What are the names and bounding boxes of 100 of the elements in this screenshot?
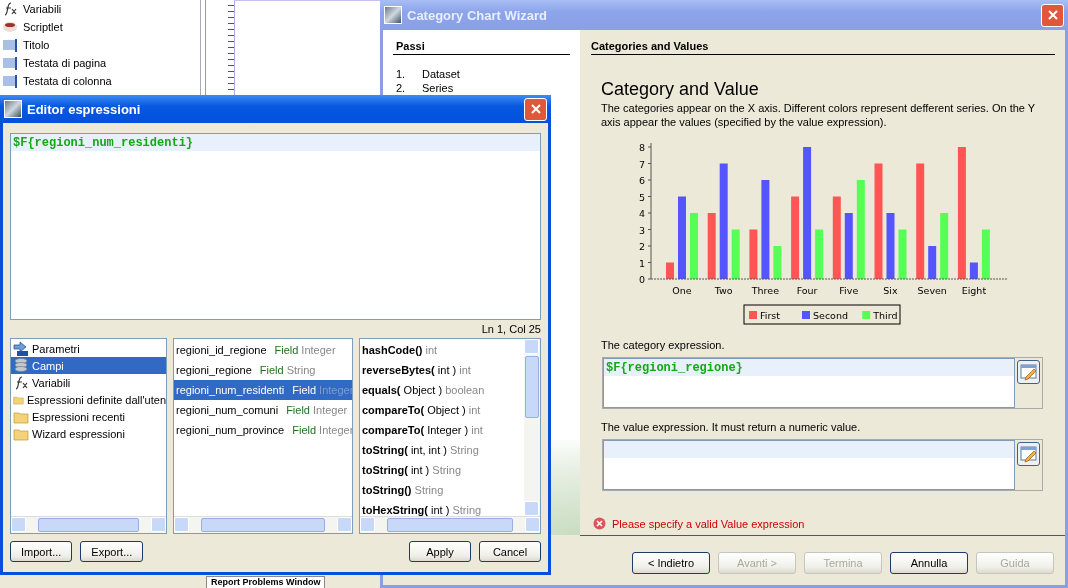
bar [940, 213, 949, 279]
function-icon [13, 374, 29, 391]
palette-item[interactable]: Testata di colonna [23, 75, 112, 87]
method-item[interactable]: toHexString( int ) String [360, 500, 524, 516]
step-number: 2. [396, 82, 407, 94]
error-icon [593, 517, 606, 530]
x-tick-label: Four [796, 285, 818, 296]
bar [731, 229, 740, 279]
edit-expression-button[interactable] [1017, 360, 1040, 384]
window-title: Editor espressioni [27, 101, 142, 117]
vertical-scrollbar[interactable] [524, 339, 540, 516]
method-item[interactable]: toString( int, int ) String [360, 440, 524, 460]
page-heading: Category and Value [601, 79, 760, 100]
app-icon [384, 6, 402, 24]
expression-text: $F{regioni_num_residenti} [13, 135, 194, 150]
database-icon [13, 357, 29, 374]
panel-tab[interactable]: Report Problems Window [206, 576, 326, 588]
app-icon [4, 100, 22, 118]
bar [886, 213, 895, 279]
close-icon [530, 104, 541, 114]
cursor-position: Ln 1, Col 25 [480, 323, 541, 337]
description-text: The categories appear on the X axis. Different colors represent defferent series. On the Y axis appear the values (specified by the value expression). [601, 101, 1036, 129]
band-icon [2, 73, 18, 89]
step-number: 1. [396, 68, 407, 80]
y-tick-label: 8 [638, 142, 645, 153]
x-tick-label: Eight [961, 285, 987, 296]
field-item[interactable]: regioni_regione Field String [174, 360, 352, 380]
bar [749, 229, 758, 279]
category-item[interactable]: Espressioni definite dall'uten [11, 391, 166, 408]
horizontal-scrollbar[interactable] [174, 516, 352, 533]
y-tick-label: 7 [638, 158, 645, 170]
palette-item[interactable]: Variabili [23, 3, 62, 15]
x-tick-label: Two [714, 285, 733, 296]
field-item[interactable]: regioni_id_regione Field Integer [174, 340, 352, 360]
y-tick-label: 0 [638, 274, 645, 285]
category-item[interactable]: Espressioni recenti [11, 408, 166, 425]
y-tick-label: 4 [638, 208, 645, 219]
pencil-icon [1019, 363, 1038, 381]
palette-item[interactable]: Testata di pagina [23, 57, 107, 69]
value-expression-field[interactable] [603, 440, 1015, 490]
bar [981, 229, 990, 279]
palette-item[interactable]: Titolo [23, 39, 50, 51]
y-tick-label: 2 [638, 241, 645, 252]
x-tick-label: Seven [917, 285, 947, 296]
legend-label: First [760, 310, 780, 321]
band-icon [2, 37, 18, 53]
horizontal-scrollbar[interactable] [11, 516, 166, 533]
bar [969, 262, 978, 279]
wizard-button[interactable]: < Indietro [632, 552, 710, 574]
field-label: The value expression. It must return a numeric value. [601, 421, 862, 433]
category-item[interactable]: Variabili [11, 374, 166, 391]
y-tick-label: 6 [638, 175, 645, 186]
y-tick-label: 1 [638, 257, 645, 269]
x-tick-label: Three [751, 285, 779, 296]
field-item[interactable]: regioni_num_comuni Field Integer [174, 400, 352, 420]
method-item[interactable]: hashCode() int [360, 340, 524, 360]
dialog-button[interactable]: Apply [409, 541, 471, 562]
bar [666, 262, 674, 279]
steps-heading: Passi [393, 40, 570, 55]
legend-label: Second [813, 310, 848, 321]
method-item[interactable]: compareTo( Integer ) int [360, 420, 524, 440]
dialog-button[interactable]: Cancel [479, 541, 541, 562]
step-item: Series [422, 82, 454, 94]
bar [690, 213, 698, 279]
bar [844, 213, 853, 279]
function-icon [2, 1, 18, 17]
wizard-button[interactable]: Annulla [890, 552, 968, 574]
x-tick-label: One [672, 285, 692, 296]
expression-text: $F{regioni_regione} [606, 360, 743, 375]
window-title: Category Chart Wizard [407, 7, 549, 23]
close-icon [1047, 10, 1058, 20]
method-item[interactable]: equals( Object ) boolean [360, 380, 524, 400]
horizontal-scrollbar[interactable] [360, 516, 540, 533]
method-item[interactable]: reverseBytes( int ) int [360, 360, 524, 380]
cup-icon [2, 19, 18, 35]
method-item[interactable]: toString() String [360, 480, 524, 500]
y-tick-label: 5 [638, 191, 645, 203]
bar [815, 229, 824, 279]
bar [773, 246, 782, 279]
category-item[interactable]: Wizard espressioni [11, 425, 166, 442]
x-tick-label: Five [839, 285, 859, 296]
category-item[interactable]: Campi [11, 357, 166, 374]
dialog-button[interactable]: Import... [10, 541, 73, 562]
dialog-button[interactable]: Export... [80, 541, 144, 562]
bar [898, 229, 907, 279]
legend-label: Third [873, 310, 898, 321]
method-item[interactable]: toString( int ) String [360, 460, 524, 480]
field-label: The category expression. [601, 339, 726, 351]
method-item[interactable]: compareTo( Object ) int [360, 400, 524, 420]
parameter-icon [13, 340, 29, 357]
bar [928, 246, 937, 279]
x-tick-label: Six [883, 285, 898, 296]
band-icon [2, 55, 18, 71]
bar [707, 213, 716, 279]
palette-item[interactable]: Scriptlet [23, 21, 63, 33]
error-message: Please specify a valid Value expression [612, 517, 805, 530]
close-button[interactable] [524, 97, 547, 121]
category-item[interactable]: Parametri [11, 340, 166, 357]
edit-expression-button[interactable] [1017, 442, 1040, 466]
y-tick-label: 3 [638, 224, 645, 236]
